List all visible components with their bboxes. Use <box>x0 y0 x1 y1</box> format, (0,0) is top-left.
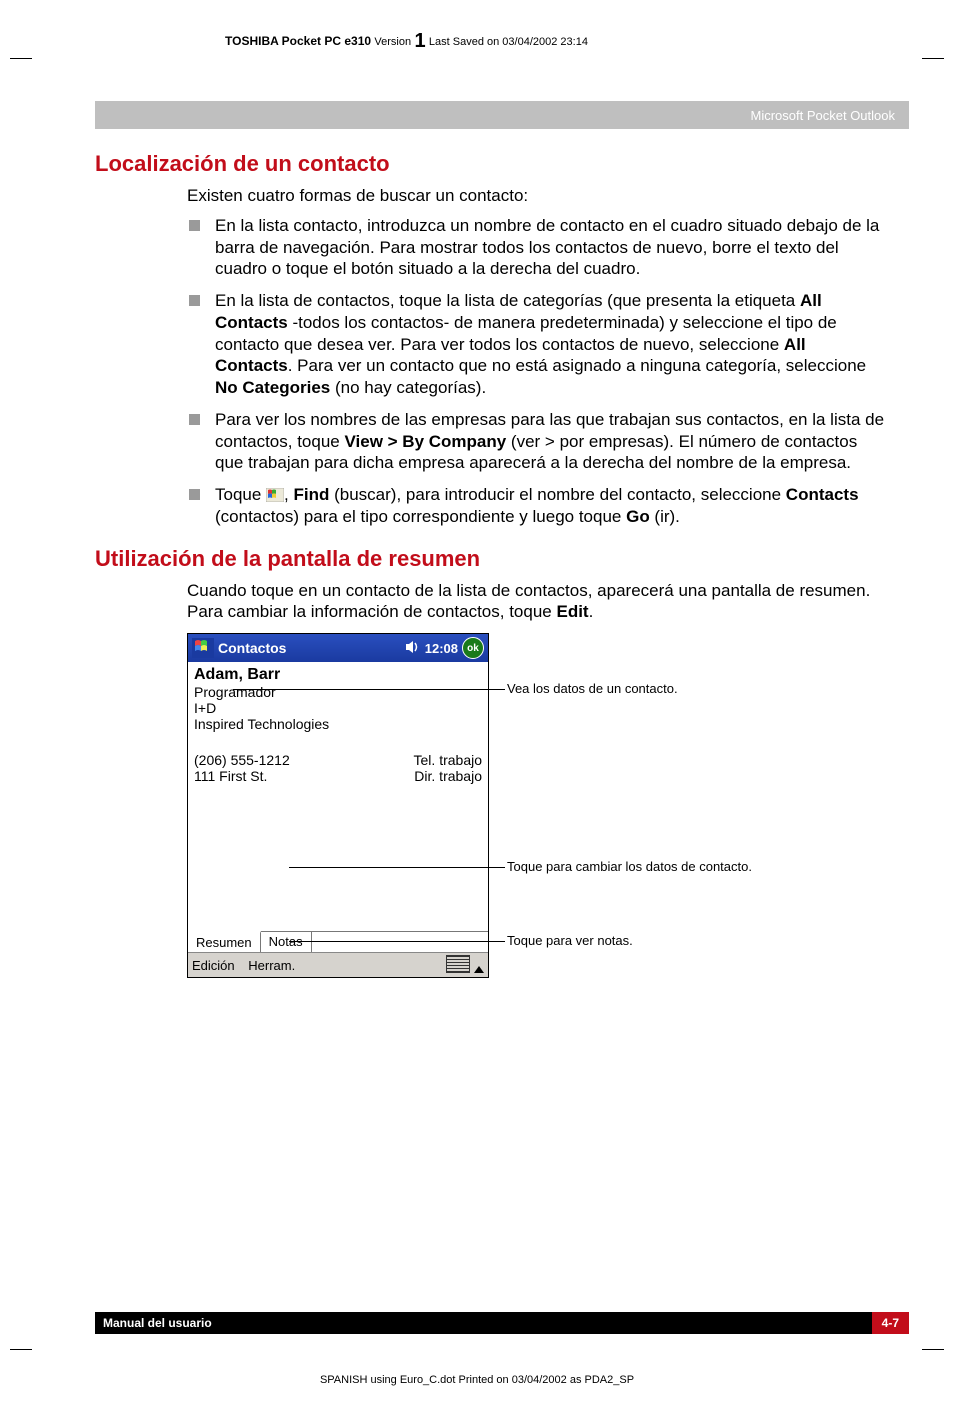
leader-line <box>289 867 489 868</box>
address-row: 111 First St. Dir. trabajo <box>194 768 482 784</box>
sip-toggle[interactable] <box>446 955 484 976</box>
speaker-icon[interactable] <box>405 640 421 657</box>
contact-body: Adam, Barr Programador I+D Inspired Tech… <box>188 662 488 952</box>
version-number: 1 <box>414 30 425 52</box>
crop-mark <box>10 58 32 59</box>
menu-edicion[interactable]: Edición <box>192 958 235 973</box>
bullet-list-1: En la lista contacto, introduzca un nomb… <box>187 215 887 528</box>
product-name: TOSHIBA Pocket PC e310 <box>225 34 371 48</box>
pocketpc-window: Contactos 12:08 ok Adam, Barr Programado… <box>187 633 489 978</box>
ok-button[interactable]: ok <box>462 637 484 659</box>
leader-line <box>289 941 489 942</box>
menu-herram[interactable]: Herram. <box>248 958 295 973</box>
bullet-2: En la lista de contactos, toque la lista… <box>187 290 887 399</box>
tab-resumen[interactable]: Resumen <box>188 931 261 952</box>
title-bar: Contactos 12:08 ok <box>188 634 488 662</box>
heading-localizacion: Localización de un contacto <box>95 151 887 177</box>
arrow-up-icon <box>474 966 484 973</box>
crop-mark <box>922 58 944 59</box>
phone-value: (206) 555-1212 <box>194 752 290 768</box>
band-label: Microsoft Pocket Outlook <box>751 108 896 123</box>
tab-notas[interactable]: Notas <box>261 932 312 952</box>
footer-bar: Manual del usuario 4-7 <box>95 1312 909 1334</box>
footer-page-number: 4-7 <box>872 1312 909 1334</box>
address-value: 111 First St. <box>194 768 267 784</box>
contact-name: Adam, Barr <box>194 666 482 684</box>
menu-bar: Edición Herram. <box>188 952 488 977</box>
clock-time: 12:08 <box>425 641 458 656</box>
callout-datos: Vea los datos de un contacto. <box>507 681 678 696</box>
contact-dept: I+D <box>194 700 482 716</box>
heading-utilizacion: Utilización de la pantalla de resumen <box>95 546 887 572</box>
page: TOSHIBA Pocket PC e310 Version 1 Last Sa… <box>0 0 954 1408</box>
app-title: Contactos <box>218 640 405 656</box>
phone-row: (206) 555-1212 Tel. trabajo <box>194 752 482 768</box>
start-flag-icon[interactable] <box>192 638 214 658</box>
bullet-4: Toque , Find (buscar), para introducir e… <box>187 484 887 528</box>
callout-cambiar: Toque para cambiar los datos de contacto… <box>507 859 752 874</box>
contact-role: Programador <box>194 684 482 700</box>
content-area: Localización de un contacto Existen cuat… <box>95 129 909 978</box>
callout-notas: Toque para ver notas. <box>507 933 633 948</box>
bullet-3: Para ver los nombres de las empresas par… <box>187 409 887 474</box>
crop-mark <box>10 1349 32 1350</box>
footer-left: Manual del usuario <box>103 1316 212 1330</box>
print-info: SPANISH using Euro_C.dot Printed on 03/0… <box>0 1374 954 1386</box>
callout-layer: Vea los datos de un contacto. Toque para… <box>489 633 887 977</box>
leader-line <box>233 689 489 690</box>
section-band: Microsoft Pocket Outlook <box>95 101 909 129</box>
windows-flag-icon <box>266 486 284 500</box>
version-label: Version <box>374 36 411 48</box>
intro-1: Existen cuatro formas de buscar un conta… <box>187 185 887 207</box>
bullet-1: En la lista contacto, introduzca un nomb… <box>187 215 887 280</box>
keyboard-icon <box>446 955 470 973</box>
last-saved: Last Saved on 03/04/2002 23:14 <box>429 36 588 48</box>
contact-company: Inspired Technologies <box>194 716 482 732</box>
screenshot-figure: Contactos 12:08 ok Adam, Barr Programado… <box>187 633 887 978</box>
running-header: TOSHIBA Pocket PC e310 Version 1 Last Sa… <box>95 30 909 59</box>
intro-2: Cuando toque en un contacto de la lista … <box>187 580 887 624</box>
crop-mark <box>922 1349 944 1350</box>
address-label: Dir. trabajo <box>414 768 482 784</box>
phone-label: Tel. trabajo <box>414 752 482 768</box>
